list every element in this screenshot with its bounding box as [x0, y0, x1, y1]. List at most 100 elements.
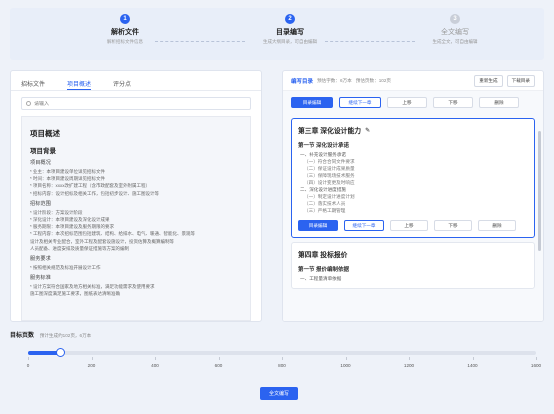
pencil-icon[interactable]: ✎	[365, 127, 370, 134]
slider-tick-label: 400	[151, 363, 159, 368]
doc-subheading: 服务要求	[30, 256, 51, 263]
page-target-section: 目标页数 预计生成约102页，6万本 0 200 400 600 800 1000 1200…	[10, 330, 544, 406]
doc-line: * 业主：本项目建设单位详见招标文件	[30, 169, 105, 174]
move-down-button[interactable]: 下移	[433, 97, 473, 108]
slider-tick-label: 200	[87, 363, 96, 368]
slider-tick-mark	[155, 357, 156, 360]
doc-line: 人员配备、进度安排及质量保证措施等方案的编制	[30, 245, 129, 251]
continue-next-button[interactable]: 继续下一章	[339, 97, 381, 108]
delete-button[interactable]: 删除	[479, 97, 519, 108]
section-title: 第一节 深化设计承诺	[298, 143, 350, 149]
chapter-actions: 目录编辑 继续下一章 上移 下移 删除	[298, 214, 528, 231]
page-slider[interactable]	[28, 348, 536, 357]
slider-tick-label: 600	[214, 363, 223, 368]
doc-subheading: 项目概况	[30, 160, 51, 166]
outline-item: 二、深化设计进度措施	[300, 187, 346, 192]
search-input[interactable]	[34, 100, 234, 107]
outline-header: 编写目录 预估字数：6万本 预估页数：102页 重新生成 下载目录	[283, 71, 543, 91]
outline-subitem: （二）保证设计成果质量	[304, 166, 355, 171]
chapter-actions-top: 目录编辑 继续下一章 上移 下移 删除	[283, 91, 543, 114]
doc-line: 施工图深度满足施工要求，图纸表达清晰准确	[30, 291, 120, 297]
section-title: 第一节 报价编制依据	[298, 267, 350, 273]
outline-body[interactable]: 目录编辑 继续下一章 上移 下移 删除 第三章 深化设计能力 ✎ 第一节 深化设…	[283, 91, 543, 321]
slider-tick-mark	[345, 357, 347, 360]
doc-line: * 按照相关规范及标准开展设计工作	[30, 265, 101, 271]
target-pages-hint: 预计生成约102页，6万本	[39, 333, 92, 338]
slider-tick-label: 1200	[403, 363, 415, 368]
step-outline[interactable]: 2 目录编写 生成大纲目录，可自由编辑	[245, 14, 335, 45]
slider-tick-label: 0	[26, 363, 30, 368]
outline-item: 一、补充设计服务承诺	[300, 152, 346, 157]
slider-tick-mark	[28, 357, 29, 360]
doc-subheading: 服务标准	[30, 275, 51, 282]
page-estimate: 预估页数：102页	[355, 77, 391, 83]
source-tabs: 招标文件 项目概述 评分点	[11, 71, 261, 91]
doc-line: * 设计阶段：方案设计阶段	[30, 209, 83, 215]
step-title: 目录编写	[276, 29, 304, 36]
outline-subitem: （三）保障现场技术服务	[304, 173, 355, 178]
delete-button[interactable]: 删除	[478, 220, 516, 231]
doc-line: 设计及相关专业配合，室外工程及配套设施设计，投资估算及概算编制等	[30, 238, 174, 244]
doc-line: * 工程内容：本次招标范围包括建筑、结构、给排水、电气、暖通、智能化、景观等	[30, 231, 195, 237]
search-box	[21, 97, 251, 110]
tab-tender-file[interactable]: 招标文件	[21, 79, 45, 90]
outline-subitem: （二）落实技术人员	[304, 201, 346, 206]
slider-tick-mark	[472, 357, 474, 360]
step-number: 2	[285, 14, 295, 24]
outline-subitem: （一）制定设计进度计划	[304, 194, 355, 199]
doc-subheading: 招标范围	[30, 200, 51, 207]
slider-tick-mark	[409, 357, 410, 360]
tab-project-overview[interactable]: 项目概述	[67, 79, 92, 90]
generate-fulltext-button[interactable]: 全文编写	[260, 387, 298, 400]
slider-tick-mark	[282, 357, 283, 360]
chapter-card[interactable]: 第四章 投标报价 第一节 报价编制依据 一、工程量清单依据	[291, 242, 535, 289]
step-title: 解析文件	[111, 29, 139, 36]
doc-line: * 时间：本项目建设周期详见招标文件	[30, 176, 105, 182]
slider-tick-mark	[218, 357, 220, 360]
continue-next-button[interactable]: 继续下一章	[344, 220, 384, 231]
slider-tick-label: 1000	[340, 363, 351, 368]
outline-item: 一、工程量清单依据	[300, 276, 342, 281]
chapter-card[interactable]: 第三章 深化设计能力 ✎ 第一节 深化设计承诺 一、补充设计服务承诺 （一）符合…	[291, 118, 535, 238]
move-down-button[interactable]: 下移	[434, 220, 472, 231]
slider-handle[interactable]	[55, 348, 65, 357]
scrollbar[interactable]	[538, 131, 541, 251]
move-up-button[interactable]: 上移	[387, 97, 427, 108]
slider-tick-label: 1400	[467, 363, 478, 368]
outline-subitem: （四）设计变更及时响应	[304, 180, 355, 185]
doc-section-title: 项目背景	[30, 148, 56, 155]
document-preview: 项目概述 项目背景 项目概况 * 业主：本项目建设单位详见招标文件 * 时间：本项目…	[21, 116, 251, 321]
doc-line: * 深化设计：本项目建设及深化设计成果	[30, 217, 110, 223]
edit-outline-button[interactable]: 目录编辑	[298, 220, 338, 231]
move-up-button[interactable]: 上移	[390, 220, 428, 231]
chapter-title: 第三章 深化设计能力	[298, 128, 362, 135]
outline-panel: 编写目录 预估字数：6万本 预估页数：102页 重新生成 下载目录 目录编辑 继…	[282, 70, 544, 322]
outline-subitem: （三）严格工期管理	[304, 208, 346, 213]
outline-subitem: （一）符合合同文件要求	[304, 159, 355, 164]
slider-tick-label: 1600	[530, 363, 542, 368]
step-subtitle: 解析招标文件信息	[107, 39, 143, 44]
edit-outline-button[interactable]: 目录编辑	[291, 97, 333, 108]
doc-line: * 招标内容：设计招标及相关工作，包括初步设计、施工图设计等	[30, 190, 159, 196]
step-title: 全文编写	[441, 29, 469, 36]
download-outline-button[interactable]: 下载目录	[506, 74, 535, 87]
regenerate-button[interactable]: 重新生成	[474, 74, 503, 87]
step-fulltext[interactable]: 3 全文编写 生成全文，可自由编辑	[410, 14, 500, 45]
slider-tick-mark	[91, 357, 93, 360]
step-divider	[155, 41, 245, 42]
outline-title: 编写目录	[291, 78, 314, 85]
doc-line: * 项目名称：xxxx改扩建工程（含市政配套及室外附属工程）	[30, 183, 150, 189]
doc-line: * 服务期限：本项目建设及服务期限的要求	[30, 224, 114, 230]
search-icon	[26, 101, 31, 106]
step-number: 3	[450, 14, 460, 24]
slider-tick-mark	[536, 357, 537, 360]
step-subtitle: 生成大纲目录，可自由编辑	[263, 39, 317, 44]
chapter-title: 第四章 投标报价	[298, 252, 348, 259]
target-pages-title: 目标页数	[10, 333, 35, 339]
tab-scoring-points[interactable]: 评分点	[113, 79, 131, 90]
target-pages-label: 目标页数 预计生成约102页，6万本	[10, 330, 544, 339]
word-estimate: 预估字数：6万本	[317, 77, 352, 83]
doc-lines: 项目概况 * 业主：本项目建设单位详见招标文件 * 时间：本项目建设周期详见招标文件…	[30, 159, 242, 298]
doc-line: * 设计方案符合国家及地方相关标准，满足功能需求及使用要求	[30, 284, 155, 290]
step-divider	[325, 41, 415, 42]
